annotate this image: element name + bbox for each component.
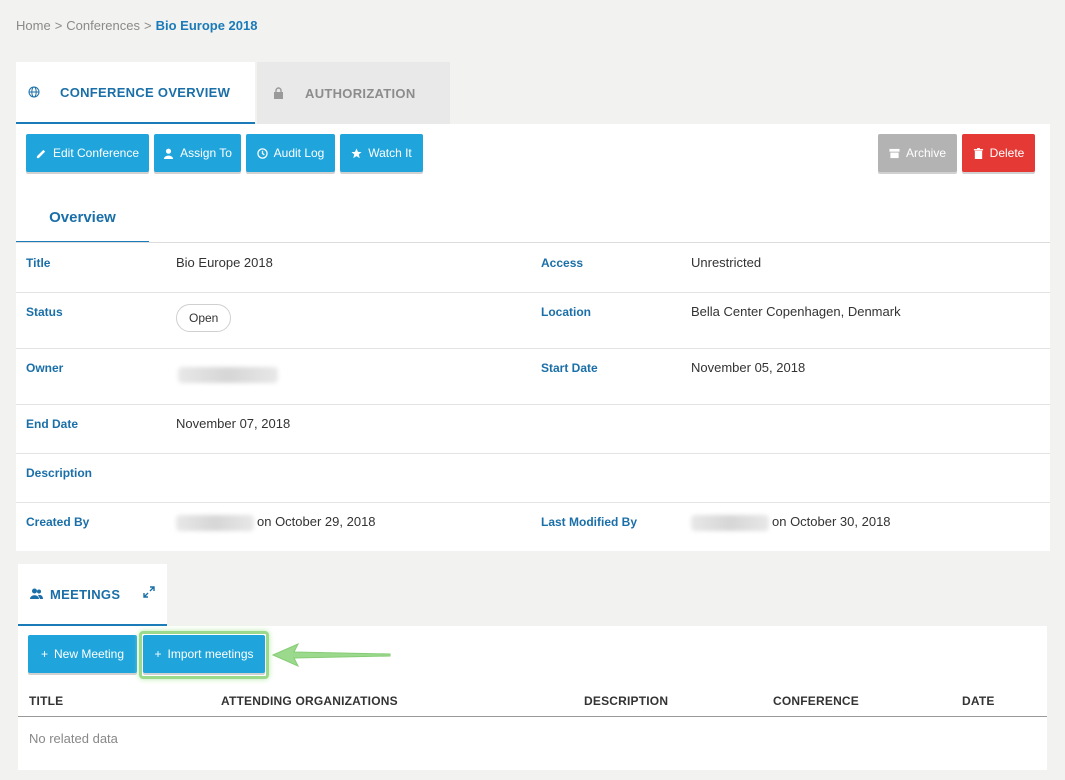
column-header-date[interactable]: DATE <box>962 694 995 708</box>
pencil-icon <box>36 149 46 158</box>
tab-authorization[interactable]: AUTHORIZATION <box>257 62 450 124</box>
plus-icon: + <box>40 647 48 661</box>
button-label: Import meetings <box>167 647 254 661</box>
created-by-label: Created By <box>26 515 90 529</box>
field-row: Created By on October 29, 2018 Last Modi… <box>16 503 1050 551</box>
import-meetings-button[interactable]: + Import meetings <box>143 635 265 673</box>
access-value: Unrestricted <box>691 255 762 270</box>
tab-label: CONFERENCE OVERVIEW <box>60 84 231 100</box>
field-row: Title Bio Europe 2018 Access Unrestricte… <box>16 243 1050 293</box>
audit-log-button[interactable]: Audit Log <box>246 134 335 172</box>
column-header-conference[interactable]: CONFERENCE <box>773 694 859 708</box>
created-by-redacted <box>176 515 254 531</box>
owner-label: Owner <box>26 361 64 375</box>
assign-to-button[interactable]: Assign To <box>154 134 241 172</box>
edit-conference-button[interactable]: Edit Conference <box>26 134 149 172</box>
archive-icon <box>889 148 900 158</box>
users-icon <box>30 588 44 600</box>
arrow-icon <box>271 642 391 668</box>
empty-state-text: No related data <box>29 731 118 746</box>
last-modified-label: Last Modified By <box>541 515 638 529</box>
meetings-panel: + New Meeting + Import meetings TITLE AT… <box>18 626 1047 770</box>
location-value: Bella Center Copenhagen, Denmark <box>691 304 901 319</box>
conference-tabs: CONFERENCE OVERVIEW AUTHORIZATION <box>16 62 450 124</box>
watch-it-button[interactable]: Watch It <box>340 134 423 172</box>
tab-label: MEETINGS <box>50 586 121 602</box>
field-row: Owner Start Date November 05, 2018 <box>16 349 1050 405</box>
delete-button[interactable]: Delete <box>962 134 1035 172</box>
field-row: Description <box>16 454 1050 503</box>
last-modified-redacted <box>691 515 769 531</box>
end-date-value: November 07, 2018 <box>176 416 291 431</box>
column-header-title[interactable]: TITLE <box>29 694 63 708</box>
title-label: Title <box>26 256 51 270</box>
user-icon <box>164 148 174 159</box>
column-header-attending-organizations[interactable]: ATTENDING ORGANIZATIONS <box>221 694 398 708</box>
button-label: Audit Log <box>273 146 325 160</box>
tab-conference-overview[interactable]: CONFERENCE OVERVIEW <box>16 62 255 124</box>
location-label: Location <box>541 305 591 319</box>
access-label: Access <box>541 256 584 270</box>
star-icon <box>351 147 362 158</box>
breadcrumb-separator: > <box>54 18 63 33</box>
globe-icon <box>28 86 46 98</box>
expand-icon[interactable] <box>143 586 155 598</box>
plus-icon: + <box>154 647 162 661</box>
table-header-divider <box>18 716 1047 717</box>
created-by-value: on October 29, 2018 <box>257 514 376 529</box>
breadcrumb-conferences[interactable]: Conferences <box>66 18 140 33</box>
lock-icon <box>273 87 291 99</box>
button-label: Watch It <box>368 146 412 160</box>
breadcrumb-home[interactable]: Home <box>16 18 51 33</box>
button-label: Assign To <box>180 146 232 160</box>
field-row: End Date November 07, 2018 <box>16 405 1050 454</box>
button-label: Delete <box>989 146 1025 160</box>
new-meeting-button[interactable]: + New Meeting <box>28 635 137 673</box>
tab-overview[interactable]: Overview <box>16 194 149 243</box>
column-header-description[interactable]: DESCRIPTION <box>584 694 668 708</box>
button-label: New Meeting <box>53 647 125 661</box>
overview-panel: Edit Conference Assign To Audit Log Watc… <box>16 124 1050 551</box>
field-row: Status Open Location Bella Center Copenh… <box>16 293 1050 349</box>
breadcrumb-current: Bio Europe 2018 <box>155 18 258 33</box>
description-label: Description <box>26 466 93 480</box>
status-label: Status <box>26 305 63 319</box>
clock-icon <box>256 147 268 159</box>
title-value: Bio Europe 2018 <box>176 255 273 270</box>
owner-value-redacted <box>178 367 278 383</box>
button-label: Archive <box>905 146 946 160</box>
trash-icon <box>973 147 983 159</box>
end-date-label: End Date <box>26 417 79 431</box>
button-label: Edit Conference <box>52 146 140 160</box>
breadcrumb-separator: > <box>144 18 152 33</box>
archive-button[interactable]: Archive <box>878 134 957 172</box>
last-modified-value: on October 30, 2018 <box>772 514 891 529</box>
breadcrumb: Home > Conferences > Bio Europe 2018 <box>16 18 257 33</box>
start-date-label: Start Date <box>541 361 598 375</box>
tab-meetings[interactable]: MEETINGS <box>18 564 167 626</box>
tab-label: AUTHORIZATION <box>305 85 416 101</box>
status-badge: Open <box>176 304 232 332</box>
start-date-value: November 05, 2018 <box>691 360 806 375</box>
